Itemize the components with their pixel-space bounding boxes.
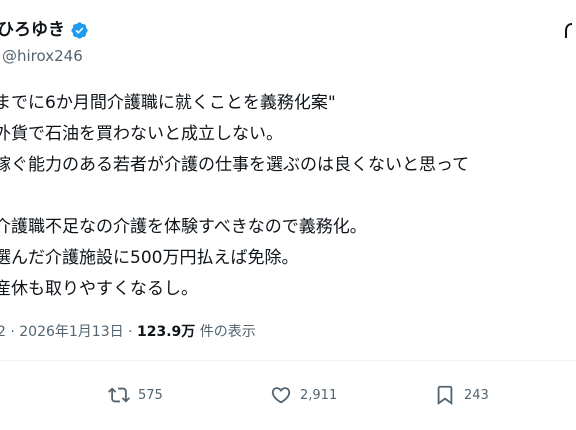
tweet-body: までに6か月間介護職に就くことを義務化案" 外貨で石油を買わないと成立しない。 … bbox=[0, 88, 469, 305]
retweet-button[interactable]: 575 bbox=[108, 382, 163, 408]
tweet-line: 稼ぐ能力のある若者が介護の仕事を選ぶのは良くないと思って bbox=[0, 155, 470, 175]
author-name-row[interactable]: ひろゆき bbox=[0, 18, 89, 42]
view-count: 123.9万 bbox=[136, 324, 196, 340]
heart-icon bbox=[271, 387, 291, 404]
tweet-meta: 2 · 2026年1月13日 · 123.9万 件の表示 bbox=[0, 322, 256, 342]
bookmark-count: 243 bbox=[464, 387, 489, 403]
bookmark-icon bbox=[437, 385, 453, 406]
bookmark-button[interactable]: 243 bbox=[434, 382, 489, 408]
tweet-line bbox=[0, 181, 469, 212]
like-button[interactable]: 2,911 bbox=[270, 382, 337, 408]
view-count-suffix: 件の表示 bbox=[195, 324, 256, 340]
author-display-name[interactable]: ひろゆき bbox=[0, 18, 65, 42]
verified-badge-icon bbox=[71, 21, 88, 39]
like-count: 2,911 bbox=[300, 387, 338, 403]
divider bbox=[0, 360, 576, 361]
retweet-icon bbox=[108, 387, 130, 403]
tweet-line: までに6か月間介護職に就くことを義務化案" bbox=[0, 93, 336, 113]
retweet-count: 575 bbox=[138, 387, 163, 403]
author-handle[interactable]: @hirox246 bbox=[2, 46, 83, 66]
tweet-line: 外貨で石油を買わないと成立しない。 bbox=[0, 124, 283, 144]
tweet-timestamp[interactable]: 2 · 2026年1月13日 · bbox=[0, 324, 137, 340]
tweet-line: 産休も取りやすくなるし。 bbox=[0, 279, 198, 299]
tweet-line: 選んだ介護施設に500万円払えば免除。 bbox=[0, 248, 299, 268]
tweet-line: 介護職不足なの介護を体験すべきなので義務化。 bbox=[0, 217, 367, 237]
more-options-icon[interactable] bbox=[565, 22, 576, 40]
